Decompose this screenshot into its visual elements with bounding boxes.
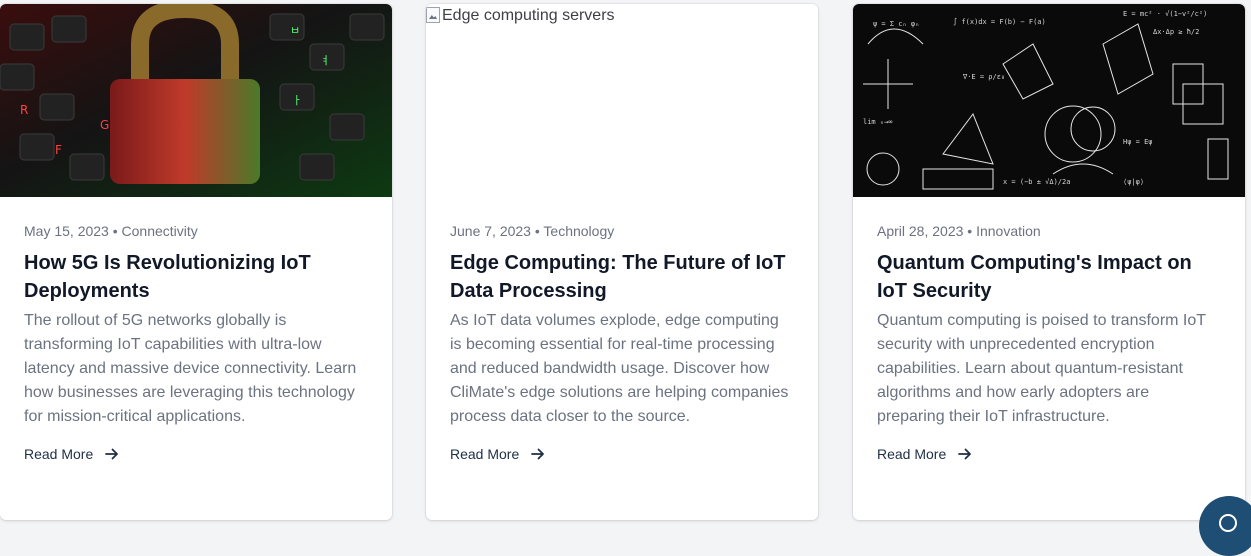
svg-text:lim ₙ→∞: lim ₙ→∞ — [863, 118, 893, 126]
read-more-link[interactable]: Read More — [450, 446, 545, 462]
svg-text:F: F — [55, 143, 62, 157]
chat-icon — [1219, 514, 1237, 532]
article-category: Innovation — [976, 223, 1041, 239]
article-meta: April 28, 2023 • Innovation — [877, 221, 1221, 241]
meta-separator: • — [534, 223, 540, 239]
article-image[interactable]: R F G ㅂㅕㅏ — [0, 4, 392, 197]
image-alt-text: Edge computing servers — [442, 7, 615, 24]
svg-text:ψ = Σ cₙ φₙ: ψ = Σ cₙ φₙ — [873, 20, 919, 28]
meta-separator: • — [112, 223, 118, 239]
svg-text:⟨ψ|φ⟩: ⟨ψ|φ⟩ — [1123, 178, 1144, 186]
article-date: June 7, 2023 — [450, 223, 531, 239]
blackboard-formulas-image: ∫ f(x)dx = F(b) − F(a) ψ = Σ cₙ φₙ E = m… — [853, 4, 1245, 197]
article-title[interactable]: Quantum Computing's Impact on IoT Securi… — [877, 249, 1221, 305]
article-meta: May 15, 2023 • Connectivity — [24, 221, 368, 241]
chat-button[interactable] — [1199, 496, 1251, 556]
svg-text:Δx·Δp ≥ ħ/2: Δx·Δp ≥ ħ/2 — [1153, 28, 1199, 36]
article-excerpt: As IoT data volumes explode, edge comput… — [450, 312, 789, 425]
arrow-right-icon — [531, 448, 545, 460]
broken-image-icon — [426, 7, 440, 23]
article-category: Connectivity — [121, 223, 198, 239]
article-date: May 15, 2023 — [24, 223, 109, 239]
read-more-link[interactable]: Read More — [877, 446, 972, 462]
read-more-link[interactable]: Read More — [24, 446, 119, 462]
article-card[interactable]: R F G ㅂㅕㅏ May 15, 2023 • Connectivity How … — [0, 4, 392, 520]
article-image[interactable]: Edge computing servers — [426, 4, 818, 197]
article-card[interactable]: ∫ f(x)dx = F(b) − F(a) ψ = Σ cₙ φₙ E = m… — [853, 4, 1245, 520]
article-category: Technology — [543, 223, 615, 239]
article-excerpt: Quantum computing is poised to transform… — [877, 312, 1206, 425]
article-card[interactable]: Edge computing servers June 7, 2023 • Te… — [426, 4, 818, 520]
article-date: April 28, 2023 — [877, 223, 964, 239]
read-more-label: Read More — [450, 446, 520, 462]
svg-text:E = mc² · √(1−v²/c²): E = mc² · √(1−v²/c²) — [1123, 10, 1207, 18]
arrow-right-icon — [105, 448, 119, 460]
article-meta: June 7, 2023 • Technology — [450, 221, 794, 241]
meta-separator: • — [967, 223, 973, 239]
article-title[interactable]: Edge Computing: The Future of IoT Data P… — [450, 249, 794, 305]
svg-text:ㅕ: ㅕ — [320, 54, 330, 67]
svg-text:ㅏ: ㅏ — [292, 94, 302, 107]
read-more-label: Read More — [24, 446, 94, 462]
article-excerpt: The rollout of 5G networks globally is t… — [24, 312, 357, 425]
svg-text:G: G — [100, 118, 109, 132]
svg-text:∇·E = ρ/ε₀: ∇·E = ρ/ε₀ — [962, 73, 1005, 81]
svg-text:Hψ = Eψ: Hψ = Eψ — [1123, 138, 1153, 146]
svg-text:∫ f(x)dx = F(b) − F(a): ∫ f(x)dx = F(b) − F(a) — [953, 17, 1046, 26]
svg-text:x = (−b ± √Δ)/2a: x = (−b ± √Δ)/2a — [1003, 178, 1070, 186]
read-more-label: Read More — [877, 446, 947, 462]
padlock-keyboard-image: R F G ㅂㅕㅏ — [0, 4, 392, 197]
svg-text:ㅂ: ㅂ — [290, 24, 300, 37]
arrow-right-icon — [958, 448, 972, 460]
article-title[interactable]: How 5G Is Revolutionizing IoT Deployment… — [24, 249, 368, 305]
svg-text:R: R — [20, 103, 28, 117]
article-image[interactable]: ∫ f(x)dx = F(b) − F(a) ψ = Σ cₙ φₙ E = m… — [853, 4, 1245, 197]
